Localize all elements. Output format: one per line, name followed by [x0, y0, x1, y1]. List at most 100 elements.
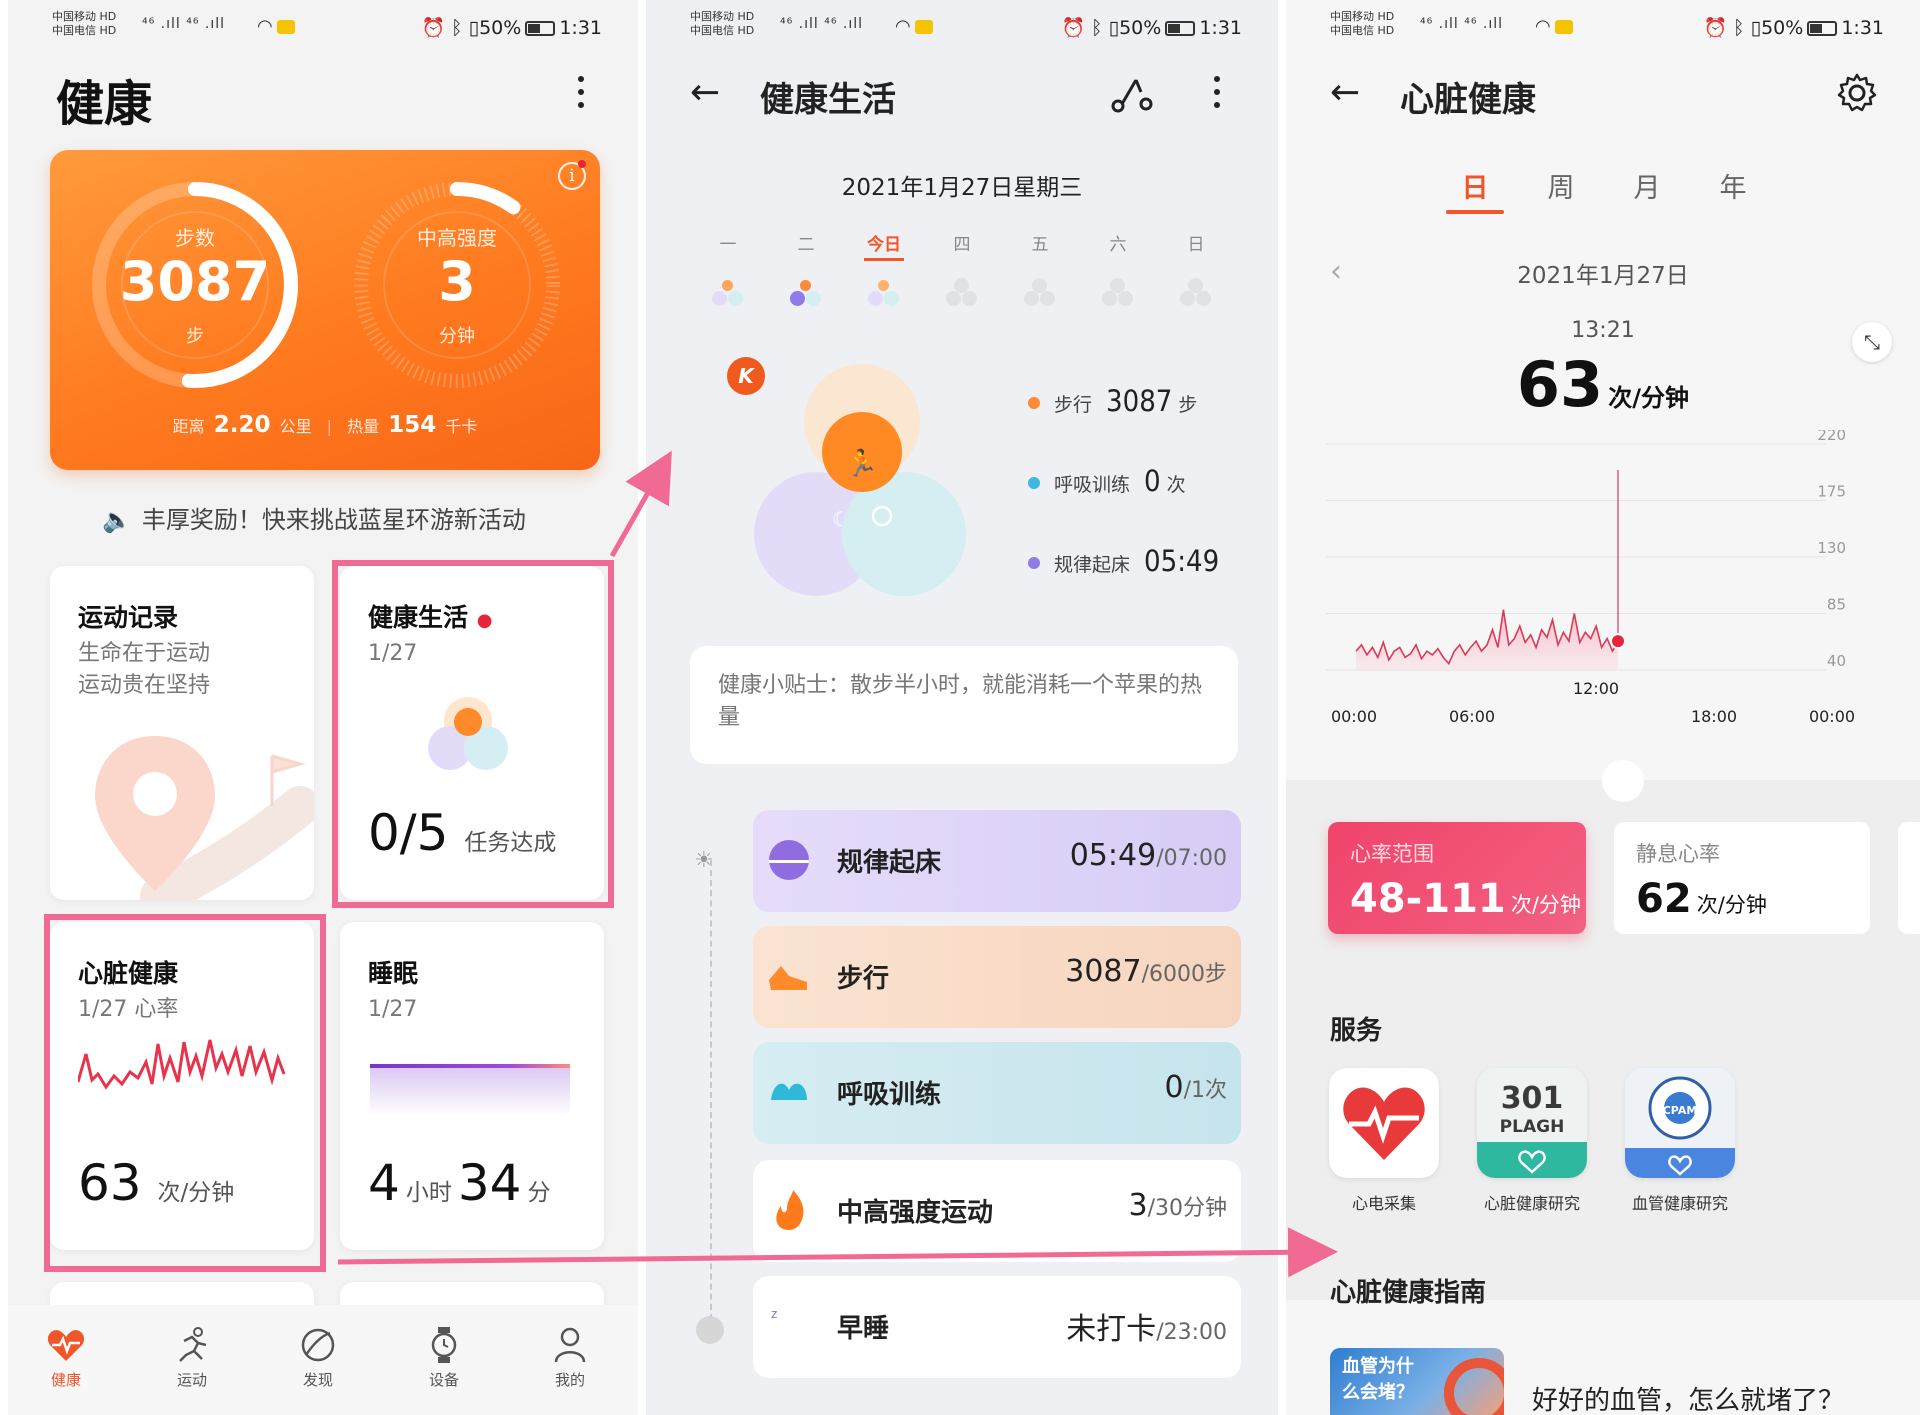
service-plagh[interactable]: 301 PLAGH 心脏健康研究 [1474, 1068, 1590, 1214]
service-ecg[interactable]: 心电采集 [1326, 1068, 1442, 1214]
tab-me[interactable]: 我的 [530, 1327, 610, 1390]
day-clover-icon[interactable] [867, 278, 901, 310]
intensity-value: 3 [438, 250, 476, 313]
task-card-2[interactable]: 呼吸训练 0/1次 [753, 1042, 1241, 1144]
announcement-banner[interactable]: 🔈 丰厚奖励！快来挑战蓝星环游新活动 [102, 500, 526, 535]
vibrate-icon: ▯ [468, 17, 480, 39]
settings-gear-icon[interactable] [1836, 72, 1878, 114]
exercise-record-card[interactable]: 运动记录 生命在于运动 运动贵在坚持 [50, 566, 314, 900]
sleep-card[interactable]: 睡眠 1/27 4 小时 34 分 [340, 922, 604, 1250]
tab-exercise[interactable]: 运动 [152, 1327, 232, 1390]
more-menu-icon[interactable] [576, 76, 586, 115]
day-clover-icon[interactable] [1101, 278, 1135, 310]
battery-icon [1807, 21, 1838, 36]
sleep-stages-bar [370, 1064, 570, 1116]
weekday-5[interactable]: 六 [1098, 230, 1138, 255]
period-tab-1[interactable]: 周 [1531, 166, 1591, 205]
task-card-1[interactable]: 步行 3087/6000步 [753, 926, 1241, 1028]
clock: 1:31 [559, 17, 602, 39]
day-clover-icon[interactable] [1179, 278, 1213, 310]
heart-pulse-icon [47, 1330, 85, 1361]
x-tick-label: 06:00 [1449, 707, 1495, 726]
steps-label: 步数 [175, 226, 215, 250]
steps-unit: 步 [186, 326, 204, 347]
back-arrow-icon[interactable]: ← [1330, 72, 1360, 113]
current-bpm: 63 次/分钟 [1516, 348, 1690, 421]
period-tab-3[interactable]: 年 [1703, 166, 1763, 205]
guide-article-thumbnail[interactable]: 血管为什么会堵？ [1330, 1348, 1504, 1415]
alarm-icon: ⏰ [1703, 17, 1728, 39]
heart-rate-chart[interactable]: 220 175 130 85 40 12:00 00:00 06:00 18:00 00:00 [1326, 430, 1886, 780]
tab-health[interactable]: 健康 [26, 1327, 106, 1390]
x-tick-label: 18:00 [1691, 707, 1737, 726]
svg-text:PLAGH: PLAGH [1500, 1117, 1565, 1137]
route-icon[interactable] [1110, 74, 1154, 114]
speaker-icon: 🔈 [102, 506, 132, 534]
y-tick-label: 85 [1827, 596, 1846, 614]
back-arrow-icon[interactable]: ← [690, 72, 720, 113]
task-card-4[interactable]: z 早睡 未打卡/23:00 [753, 1276, 1241, 1378]
timeline-line [710, 860, 712, 1330]
reading-time: 13:21 [1571, 318, 1635, 343]
carrier-1: 中国移动 [52, 10, 96, 23]
weekday-3[interactable]: 四 [942, 230, 982, 255]
status-bar: 中国移动 HD 中国电信 HD ⁴⁶ .ıll ⁴⁶ .ıll ◠ ⏰ ᛒ ▯5… [52, 10, 602, 39]
period-tab-2[interactable]: 月 [1617, 166, 1677, 205]
moon-icon [696, 1316, 724, 1344]
highlight-box-healthy-life [332, 560, 614, 908]
cursor-point[interactable] [1610, 633, 1626, 650]
task-card-0[interactable]: 规律起床 05:49/07:00 [753, 810, 1241, 912]
day-clover-icon[interactable] [1023, 278, 1057, 310]
weekday-6[interactable]: 日 [1176, 230, 1216, 255]
bluetooth-icon: ᛒ [1733, 17, 1745, 39]
cpam-logo-icon: CPAM [1625, 1076, 1735, 1178]
early-sleep-icon: z [771, 1307, 797, 1344]
heart-rate-range-card[interactable]: 心率范围 48-111 次/分钟 [1328, 822, 1586, 934]
plagh-logo-icon: 301PLAGH [1477, 1081, 1587, 1178]
page-title: 健康生活 [760, 80, 896, 120]
weekday-4[interactable]: 五 [1020, 230, 1060, 255]
day-clover-icon[interactable] [789, 278, 823, 310]
intensity-label: 中高强度 [417, 226, 497, 250]
drag-handle[interactable] [1602, 760, 1644, 802]
legend-dot [1028, 397, 1040, 409]
weekday-1[interactable]: 二 [786, 230, 826, 255]
expand-icon[interactable]: ⤡ [1852, 322, 1892, 362]
day-clover-icon[interactable] [945, 278, 979, 310]
guide-article-title[interactable]: 好好的血管，怎么就堵了？ [1532, 1380, 1844, 1415]
battery-percent: 50% [479, 17, 522, 39]
signal-icon: ⁴⁶ .ıll ⁴⁶ .ıll [1420, 16, 1504, 32]
day-clover-icon[interactable] [711, 278, 745, 310]
health-tip-card: 健康小贴士：散步半小时，就能消耗一个苹果的热量 [690, 646, 1238, 764]
resting-heart-rate-card[interactable]: 静息心率 62 次/分钟 [1614, 822, 1870, 934]
highlight-box-heart-health [44, 914, 326, 1272]
status-bar: 中国移动 HD 中国电信 HD ⁴⁶ .ıll ⁴⁶ .ıll ◠ ⏰ ᛒ ▯5… [1330, 10, 1884, 39]
shoe-icon [769, 966, 807, 990]
activity-rings-card[interactable]: 步数 3087 步 中高强度 3 分钟 i 距离 2.20 公里 | 热量 15… [50, 150, 600, 470]
wifi-icon: ◠ [1535, 16, 1573, 37]
bluetooth-icon: ᛒ [1091, 17, 1103, 39]
task-card-3[interactable]: 中高强度运动 3/30分钟 [753, 1160, 1241, 1262]
period-tab-0[interactable]: 日 [1445, 166, 1505, 205]
svg-text:☾: ☾ [832, 507, 850, 531]
weekday-0[interactable]: 一 [708, 230, 748, 255]
person-icon [554, 1327, 586, 1363]
tab-discover[interactable]: 发现 [278, 1327, 358, 1390]
blood-vessel-illustration [1444, 1358, 1504, 1415]
range-value: 48-111 [1350, 876, 1506, 922]
weekday-2[interactable]: 今日 [864, 230, 904, 261]
sleep-minutes: 34 [457, 1154, 522, 1212]
message-icon [276, 20, 295, 34]
service-cpam[interactable]: CPAM 血管健康研究 [1622, 1068, 1738, 1214]
x-tick-label: 00:00 [1809, 707, 1855, 726]
distance-calorie-row: 距离 2.20 公里 | 热量 154 千卡 [172, 412, 478, 438]
distance-value: 2.20 [213, 412, 271, 438]
more-menu-icon[interactable] [1212, 76, 1222, 115]
wifi-icon: ◠ [257, 16, 295, 37]
legend-item-0: 步行 3087 步 [1028, 384, 1197, 418]
vibrate-icon: ▯ [1750, 17, 1762, 39]
ecg-heart-icon [1343, 1087, 1425, 1160]
tab-devices[interactable]: 设备 [404, 1327, 484, 1390]
next-card-peek [1898, 822, 1920, 934]
status-bar: 中国移动 HD 中国电信 HD ⁴⁶ .ıll ⁴⁶ .ıll ◠ ⏰ ᛒ ▯5… [690, 10, 1242, 39]
